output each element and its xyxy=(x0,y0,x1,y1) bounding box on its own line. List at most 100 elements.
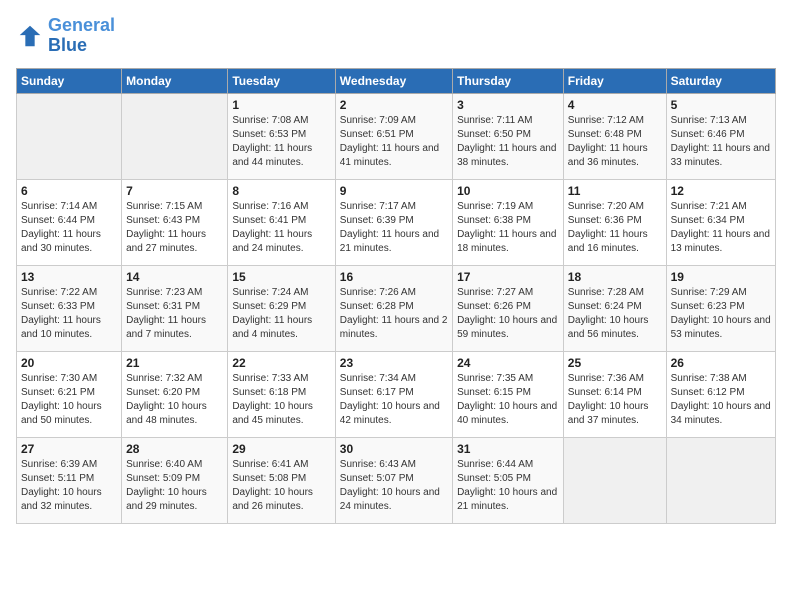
day-number: 29 xyxy=(232,442,330,456)
calendar-cell: 11 Sunrise: 7:20 AM Sunset: 6:36 PM Dayli… xyxy=(563,179,666,265)
calendar-cell xyxy=(666,437,775,523)
day-number: 7 xyxy=(126,184,223,198)
logo-icon xyxy=(16,22,44,50)
calendar-cell: 27Sunrise: 6:39 AM Sunset: 5:11 PM Dayli… xyxy=(17,437,122,523)
logo-text: General Blue xyxy=(48,16,115,56)
calendar-cell: 9Sunrise: 7:17 AM Sunset: 6:39 PM Daylig… xyxy=(335,179,452,265)
day-info: Sunrise: 7:29 AM Sunset: 6:23 PM Dayligh… xyxy=(671,286,771,342)
day-info: Sunrise: 7:08 AM Sunset: 6:53 PM Dayligh… xyxy=(232,114,330,170)
calendar-week-row: 13 Sunrise: 7:22 AM Sunset: 6:33 PM Dayli… xyxy=(17,265,776,351)
day-info: Sunrise: 7:23 AM Sunset: 6:31 PM Dayligh… xyxy=(126,286,223,342)
calendar-cell: 31 Sunrise: 6:44 AM Sunset: 5:05 PM Dayli… xyxy=(453,437,564,523)
page-header: General Blue xyxy=(16,16,776,56)
day-number: 28 xyxy=(126,442,223,456)
day-number: 30 xyxy=(340,442,448,456)
day-info: Sunrise: 6:39 AM Sunset: 5:11 PM Dayligh… xyxy=(21,458,117,514)
day-info: Sunrise: 7:17 AM Sunset: 6:39 PM Dayligh… xyxy=(340,200,448,256)
day-number: 17 xyxy=(457,270,559,284)
day-number: 14 xyxy=(126,270,223,284)
calendar-cell: 6 Sunrise: 7:14 AM Sunset: 6:44 PM Daylig… xyxy=(17,179,122,265)
day-info: Sunrise: 7:19 AM Sunset: 6:38 PM Dayligh… xyxy=(457,200,559,256)
calendar-cell: 13 Sunrise: 7:22 AM Sunset: 6:33 PM Dayli… xyxy=(17,265,122,351)
calendar-cell: 22 Sunrise: 7:33 AM Sunset: 6:18 PM Dayli… xyxy=(228,351,335,437)
day-info: Sunrise: 7:27 AM Sunset: 6:26 PM Dayligh… xyxy=(457,286,559,342)
day-number: 11 xyxy=(568,184,662,198)
weekday-header: Sunday xyxy=(17,68,122,93)
day-info: Sunrise: 7:11 AM Sunset: 6:50 PM Dayligh… xyxy=(457,114,559,170)
calendar-cell: 29Sunrise: 6:41 AM Sunset: 5:08 PM Dayli… xyxy=(228,437,335,523)
calendar-cell xyxy=(17,93,122,179)
calendar-cell: 23 Sunrise: 7:34 AM Sunset: 6:17 PM Dayli… xyxy=(335,351,452,437)
day-info: Sunrise: 6:43 AM Sunset: 5:07 PM Dayligh… xyxy=(340,458,448,514)
calendar-cell: 25Sunrise: 7:36 AM Sunset: 6:14 PM Dayli… xyxy=(563,351,666,437)
day-number: 6 xyxy=(21,184,117,198)
day-number: 26 xyxy=(671,356,771,370)
calendar-week-row: 6 Sunrise: 7:14 AM Sunset: 6:44 PM Daylig… xyxy=(17,179,776,265)
weekday-header: Thursday xyxy=(453,68,564,93)
day-number: 21 xyxy=(126,356,223,370)
calendar-cell xyxy=(563,437,666,523)
day-number: 2 xyxy=(340,98,448,112)
day-number: 19 xyxy=(671,270,771,284)
calendar-cell: 26 Sunrise: 7:38 AM Sunset: 6:12 PM Dayli… xyxy=(666,351,775,437)
day-info: Sunrise: 7:15 AM Sunset: 6:43 PM Dayligh… xyxy=(126,200,223,256)
day-info: Sunrise: 7:35 AM Sunset: 6:15 PM Dayligh… xyxy=(457,372,559,428)
calendar-cell: 4 Sunrise: 7:12 AM Sunset: 6:48 PM Daylig… xyxy=(563,93,666,179)
logo: General Blue xyxy=(16,16,115,56)
weekday-header: Saturday xyxy=(666,68,775,93)
day-info: Sunrise: 7:12 AM Sunset: 6:48 PM Dayligh… xyxy=(568,114,662,170)
calendar-cell: 19 Sunrise: 7:29 AM Sunset: 6:23 PM Dayli… xyxy=(666,265,775,351)
day-info: Sunrise: 7:14 AM Sunset: 6:44 PM Dayligh… xyxy=(21,200,117,256)
calendar-week-row: 20Sunrise: 7:30 AM Sunset: 6:21 PM Dayli… xyxy=(17,351,776,437)
calendar-cell: 18Sunrise: 7:28 AM Sunset: 6:24 PM Dayli… xyxy=(563,265,666,351)
calendar-cell: 5Sunrise: 7:13 AM Sunset: 6:46 PM Daylig… xyxy=(666,93,775,179)
day-info: Sunrise: 7:33 AM Sunset: 6:18 PM Dayligh… xyxy=(232,372,330,428)
calendar-week-row: 27Sunrise: 6:39 AM Sunset: 5:11 PM Dayli… xyxy=(17,437,776,523)
weekday-header-row: SundayMondayTuesdayWednesdayThursdayFrid… xyxy=(17,68,776,93)
day-info: Sunrise: 7:38 AM Sunset: 6:12 PM Dayligh… xyxy=(671,372,771,428)
weekday-header: Wednesday xyxy=(335,68,452,93)
day-info: Sunrise: 7:09 AM Sunset: 6:51 PM Dayligh… xyxy=(340,114,448,170)
day-info: Sunrise: 7:32 AM Sunset: 6:20 PM Dayligh… xyxy=(126,372,223,428)
calendar-table: SundayMondayTuesdayWednesdayThursdayFrid… xyxy=(16,68,776,524)
day-number: 31 xyxy=(457,442,559,456)
calendar-cell: 30 Sunrise: 6:43 AM Sunset: 5:07 PM Dayli… xyxy=(335,437,452,523)
day-number: 13 xyxy=(21,270,117,284)
day-info: Sunrise: 7:26 AM Sunset: 6:28 PM Dayligh… xyxy=(340,286,448,342)
day-number: 22 xyxy=(232,356,330,370)
day-info: Sunrise: 7:21 AM Sunset: 6:34 PM Dayligh… xyxy=(671,200,771,256)
day-number: 5 xyxy=(671,98,771,112)
calendar-cell: 7 Sunrise: 7:15 AM Sunset: 6:43 PM Daylig… xyxy=(122,179,228,265)
calendar-cell: 17 Sunrise: 7:27 AM Sunset: 6:26 PM Dayli… xyxy=(453,265,564,351)
day-info: Sunrise: 7:16 AM Sunset: 6:41 PM Dayligh… xyxy=(232,200,330,256)
weekday-header: Monday xyxy=(122,68,228,93)
day-info: Sunrise: 6:44 AM Sunset: 5:05 PM Dayligh… xyxy=(457,458,559,514)
day-info: Sunrise: 7:34 AM Sunset: 6:17 PM Dayligh… xyxy=(340,372,448,428)
day-info: Sunrise: 6:40 AM Sunset: 5:09 PM Dayligh… xyxy=(126,458,223,514)
day-info: Sunrise: 7:20 AM Sunset: 6:36 PM Dayligh… xyxy=(568,200,662,256)
weekday-header: Friday xyxy=(563,68,666,93)
day-number: 10 xyxy=(457,184,559,198)
calendar-cell: 12Sunrise: 7:21 AM Sunset: 6:34 PM Dayli… xyxy=(666,179,775,265)
calendar-cell: 15Sunrise: 7:24 AM Sunset: 6:29 PM Dayli… xyxy=(228,265,335,351)
calendar-cell: 20Sunrise: 7:30 AM Sunset: 6:21 PM Dayli… xyxy=(17,351,122,437)
day-number: 18 xyxy=(568,270,662,284)
day-info: Sunrise: 7:30 AM Sunset: 6:21 PM Dayligh… xyxy=(21,372,117,428)
day-info: Sunrise: 7:22 AM Sunset: 6:33 PM Dayligh… xyxy=(21,286,117,342)
calendar-cell: 14 Sunrise: 7:23 AM Sunset: 6:31 PM Dayli… xyxy=(122,265,228,351)
day-number: 4 xyxy=(568,98,662,112)
day-number: 16 xyxy=(340,270,448,284)
calendar-cell: 8Sunrise: 7:16 AM Sunset: 6:41 PM Daylig… xyxy=(228,179,335,265)
day-number: 24 xyxy=(457,356,559,370)
day-number: 1 xyxy=(232,98,330,112)
calendar-week-row: 1 Sunrise: 7:08 AM Sunset: 6:53 PM Daylig… xyxy=(17,93,776,179)
calendar-cell: 21 Sunrise: 7:32 AM Sunset: 6:20 PM Dayli… xyxy=(122,351,228,437)
weekday-header: Tuesday xyxy=(228,68,335,93)
calendar-cell: 10 Sunrise: 7:19 AM Sunset: 6:38 PM Dayli… xyxy=(453,179,564,265)
day-number: 23 xyxy=(340,356,448,370)
calendar-cell: 3Sunrise: 7:11 AM Sunset: 6:50 PM Daylig… xyxy=(453,93,564,179)
day-info: Sunrise: 7:36 AM Sunset: 6:14 PM Dayligh… xyxy=(568,372,662,428)
calendar-cell: 1 Sunrise: 7:08 AM Sunset: 6:53 PM Daylig… xyxy=(228,93,335,179)
day-number: 15 xyxy=(232,270,330,284)
calendar-cell: 28 Sunrise: 6:40 AM Sunset: 5:09 PM Dayli… xyxy=(122,437,228,523)
